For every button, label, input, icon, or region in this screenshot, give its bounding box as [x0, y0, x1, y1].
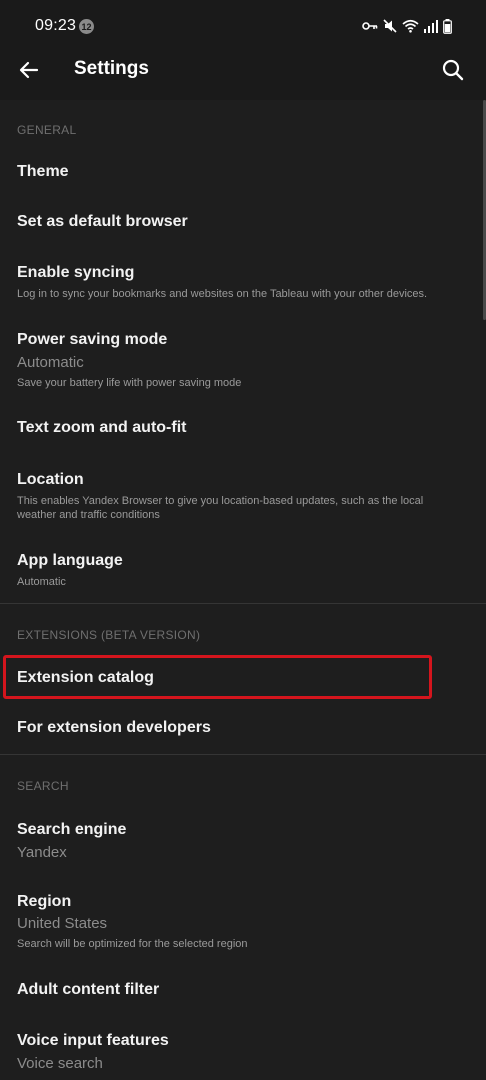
setting-title: Extension catalog: [17, 669, 154, 686]
page-title: Settings: [74, 58, 149, 79]
battery-icon: [443, 18, 452, 34]
setting-title: Adult content filter: [17, 981, 160, 998]
status-time: 09:23: [35, 17, 77, 34]
setting-title: Enable syncing: [17, 264, 135, 281]
setting-app-language[interactable]: App language Automatic: [0, 538, 486, 596]
setting-text-zoom[interactable]: Text zoom and auto-fit: [0, 406, 486, 450]
setting-value: Automatic: [17, 354, 84, 371]
setting-voice-input[interactable]: Voice input features Voice search: [0, 1018, 486, 1080]
setting-region[interactable]: Region United States Search will be opti…: [0, 880, 486, 956]
section-divider: [0, 603, 486, 604]
mute-icon: [383, 19, 397, 33]
setting-search-engine[interactable]: Search engine Yandex: [0, 807, 486, 869]
setting-value: Voice search: [17, 1055, 103, 1072]
setting-title: Set as default browser: [17, 213, 188, 230]
setting-adult-filter[interactable]: Adult content filter: [0, 968, 486, 1012]
setting-description: Save your battery life with power saving…: [17, 377, 242, 389]
setting-power-saving[interactable]: Power saving mode Automatic Save your ba…: [0, 318, 486, 396]
status-icons: [362, 17, 452, 35]
section-header-search: SEARCH: [17, 779, 69, 793]
notification-count-badge: 12: [79, 19, 94, 34]
setting-title: Search engine: [17, 821, 127, 838]
setting-title: App language: [17, 552, 123, 569]
wifi-icon: [402, 19, 419, 33]
settings-list[interactable]: GENERAL Theme Set as default browser Ena…: [0, 100, 486, 1080]
setting-location[interactable]: Location This enables Yandex Browser to …: [0, 458, 486, 534]
setting-description: Automatic: [17, 576, 66, 588]
setting-theme[interactable]: Theme: [0, 150, 486, 194]
section-header-extensions: EXTENSIONS (BETA VERSION): [17, 628, 201, 642]
setting-title: For extension developers: [17, 719, 211, 736]
signal-icon: [424, 19, 438, 33]
setting-value: Yandex: [17, 844, 67, 861]
back-button[interactable]: [14, 55, 44, 85]
setting-syncing[interactable]: Enable syncing Log in to sync your bookm…: [0, 250, 486, 308]
setting-title: Region: [17, 893, 72, 910]
setting-title: Theme: [17, 163, 69, 180]
setting-title: Location: [17, 471, 84, 488]
status-bar: 09:23 12: [0, 0, 486, 50]
setting-default-browser[interactable]: Set as default browser: [0, 199, 486, 245]
setting-title: Text zoom and auto-fit: [17, 419, 187, 436]
setting-description: Search will be optimized for the selecte…: [17, 938, 248, 950]
setting-description: This enables Yandex Browser to give you …: [17, 495, 424, 521]
setting-title: Power saving mode: [17, 331, 168, 348]
app-bar: Settings: [0, 50, 486, 100]
search-icon: [442, 59, 464, 81]
section-divider: [0, 754, 486, 755]
setting-extension-developers[interactable]: For extension developers: [0, 706, 486, 750]
setting-title: Voice input features: [17, 1032, 169, 1049]
setting-extension-catalog[interactable]: Extension catalog: [0, 656, 486, 698]
back-arrow-icon: [19, 61, 39, 79]
search-button[interactable]: [438, 55, 468, 85]
setting-description: Log in to sync your bookmarks and websit…: [17, 288, 428, 300]
key-icon: [362, 22, 378, 30]
setting-value: United States: [17, 915, 108, 932]
section-header-general: GENERAL: [17, 123, 77, 137]
